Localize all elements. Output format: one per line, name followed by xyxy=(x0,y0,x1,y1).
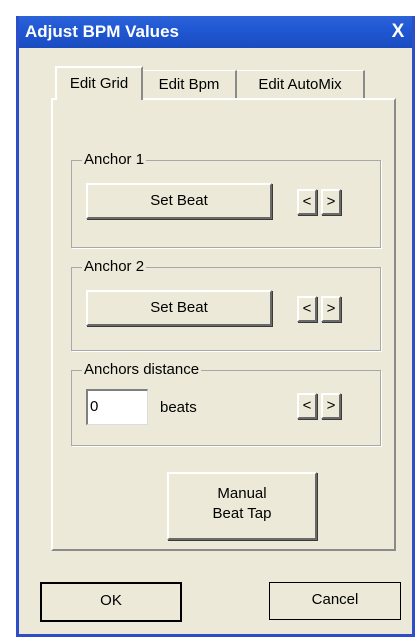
anchor-2-prev-button[interactable]: < xyxy=(297,296,317,322)
anchor-1-next-button[interactable]: > xyxy=(321,189,341,215)
cancel-button[interactable]: Cancel xyxy=(269,582,401,620)
tab-edit-bpm[interactable]: Edit Bpm xyxy=(143,70,237,100)
anchor-1-label: Anchor 1 xyxy=(82,150,147,170)
manual-beat-tap-line-1: Manual xyxy=(217,485,267,502)
anchors-distance-next-button[interactable]: > xyxy=(321,393,341,419)
manual-beat-tap-button[interactable]: Manual Beat Tap xyxy=(167,472,317,540)
edit-grid-panel: Anchor 1 Set Beat < > Anchor 2 Set Beat … xyxy=(51,98,396,551)
anchor-2-label: Anchor 2 xyxy=(82,257,147,277)
close-icon[interactable]: X xyxy=(384,16,412,48)
title-bar[interactable]: Adjust BPM Values X xyxy=(19,16,412,48)
anchors-distance-label: Anchors distance xyxy=(82,360,202,380)
anchors-distance-input[interactable]: 0 xyxy=(86,389,148,425)
anchor-1-set-beat-button[interactable]: Set Beat xyxy=(86,183,272,219)
anchor-1-group: Anchor 1 Set Beat < > xyxy=(71,150,381,248)
anchors-distance-group: Anchors distance 0 beats < > xyxy=(71,360,381,446)
anchor-2-group: Anchor 2 Set Beat < > xyxy=(71,257,381,351)
manual-beat-tap-line-2: Beat Tap xyxy=(212,505,272,522)
tab-edit-grid[interactable]: Edit Grid xyxy=(55,66,143,100)
window-title: Adjust BPM Values xyxy=(25,22,179,41)
beats-unit-label: beats xyxy=(160,399,197,416)
anchor-1-prev-button[interactable]: < xyxy=(297,189,317,215)
ok-button[interactable]: OK xyxy=(40,582,182,622)
tab-edit-automix[interactable]: Edit AutoMix xyxy=(237,70,365,100)
anchor-2-set-beat-button[interactable]: Set Beat xyxy=(86,290,272,326)
adjust-bpm-dialog: Adjust BPM Values X Edit Grid Edit Bpm E… xyxy=(16,16,415,637)
anchor-2-next-button[interactable]: > xyxy=(321,296,341,322)
anchors-distance-prev-button[interactable]: < xyxy=(297,393,317,419)
